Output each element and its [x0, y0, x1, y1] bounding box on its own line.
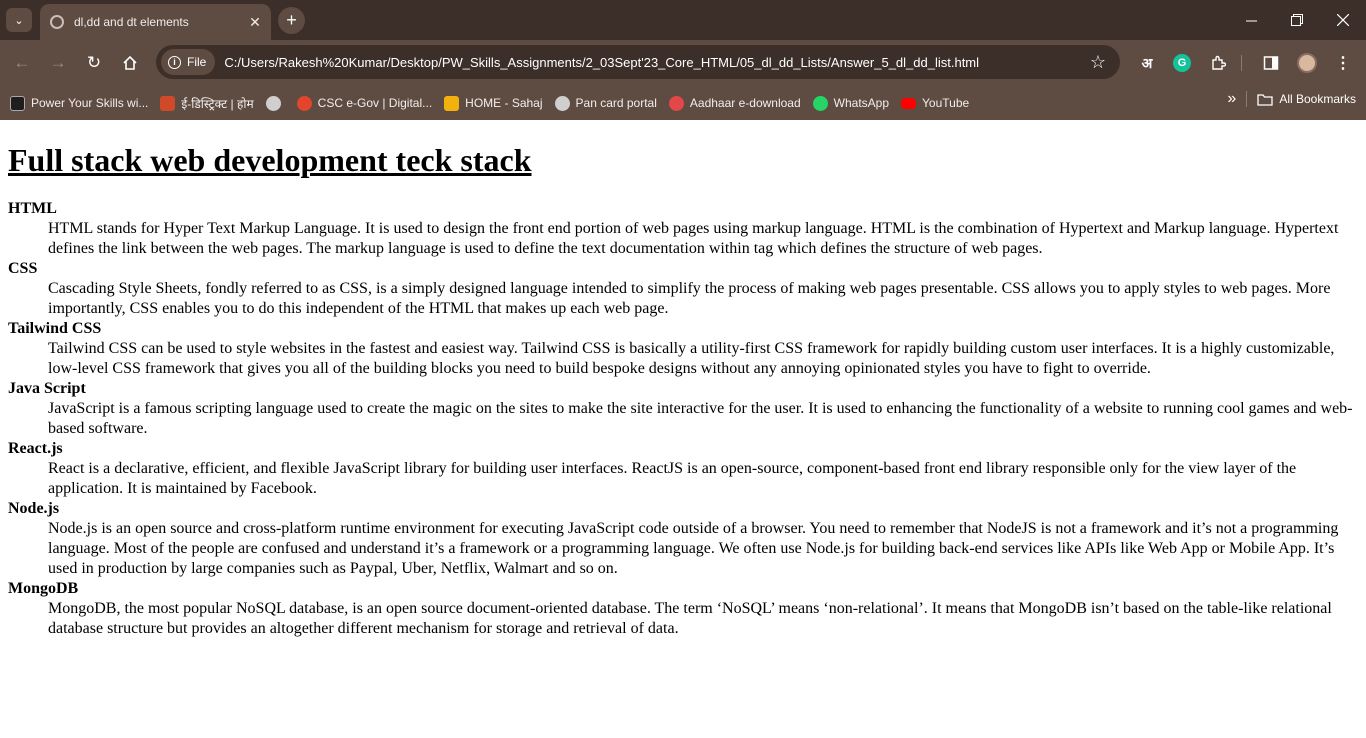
- reload-button[interactable]: ↻: [80, 49, 108, 77]
- browser-chrome: ⌄ dl,dd and dt elements ✕ + ← → ↻ i File: [0, 0, 1366, 120]
- bookmark-item[interactable]: [260, 90, 291, 116]
- term-react: React.js: [8, 440, 63, 457]
- globe-icon: [265, 95, 281, 111]
- hindi-input-extension-icon[interactable]: अ: [1136, 52, 1158, 74]
- definition-html: HTML stands for Hyper Text Markup Langua…: [48, 220, 1339, 257]
- profile-button[interactable]: [1296, 52, 1318, 74]
- bookmark-favicon-icon: [296, 95, 312, 111]
- close-window-button[interactable]: [1320, 0, 1366, 40]
- side-panel-icon: [1263, 56, 1279, 70]
- arrow-right-icon: →: [49, 53, 67, 72]
- grammarly-icon: G: [1173, 54, 1191, 72]
- bookmark-favicon-icon: [10, 95, 25, 111]
- all-bookmarks-button[interactable]: All Bookmarks: [1257, 92, 1356, 106]
- side-panel-button[interactable]: [1260, 52, 1282, 74]
- puzzle-icon: [1212, 55, 1226, 70]
- folder-icon: [1257, 93, 1273, 106]
- tab-active[interactable]: dl,dd and dt elements ✕: [40, 4, 271, 40]
- bookmark-item[interactable]: WhatsApp: [807, 90, 895, 116]
- reload-icon: ↻: [86, 53, 102, 72]
- definition-node: Node.js is an open source and cross-plat…: [48, 520, 1339, 577]
- bookmarks-divider: [1246, 91, 1248, 107]
- address-bar[interactable]: i File C:/Users/Rakesh%20Kumar/Desktop/P…: [156, 45, 1120, 79]
- avatar: [1297, 53, 1317, 73]
- home-button[interactable]: [116, 49, 144, 77]
- term-javascript: Java Script: [8, 380, 86, 397]
- tab-strip: ⌄ dl,dd and dt elements ✕ +: [0, 0, 1366, 40]
- home-icon: [123, 55, 137, 70]
- extensions-button[interactable]: [1207, 52, 1229, 74]
- definition-react: React is a declarative, efficient, and f…: [48, 460, 1297, 497]
- site-info-chip[interactable]: i File: [161, 49, 216, 75]
- url-text[interactable]: C:/Users/Rakesh%20Kumar/Desktop/PW_Skill…: [224, 55, 979, 70]
- bookmark-list: Power Your Skills wi... ई-डिस्ट्रिक्ट | …: [4, 90, 975, 116]
- page-title: Full stack web development teck stack: [8, 142, 532, 178]
- globe-icon: [50, 15, 64, 29]
- term-html: HTML: [8, 200, 57, 217]
- bookmark-label: YouTube: [922, 96, 970, 110]
- toolbar-divider: [1241, 52, 1242, 74]
- term-mongodb: MongoDB: [8, 580, 79, 597]
- definition-tailwind: Tailwind CSS can be used to style websit…: [48, 340, 1335, 377]
- minimize-icon: [1245, 20, 1257, 21]
- more-bookmarks-button[interactable]: »: [1227, 90, 1236, 108]
- bookmark-label: Pan card portal: [575, 96, 657, 110]
- bookmark-item[interactable]: Power Your Skills wi...: [4, 90, 154, 116]
- tab-close-button[interactable]: ✕: [245, 14, 265, 31]
- bookmarks-bar: Power Your Skills wi... ई-डिस्ट्रिक्ट | …: [0, 86, 1366, 120]
- toolbar: ← → ↻ i File C:/Users/Rakesh%20Kumar/Des…: [0, 40, 1366, 86]
- bookmark-item[interactable]: Pan card portal: [549, 90, 663, 116]
- bookmark-label: HOME - Sahaj: [465, 96, 543, 110]
- restore-button[interactable]: [1274, 0, 1320, 40]
- bookmark-favicon-icon: [444, 95, 460, 111]
- bookmark-label: Aadhaar e-download: [689, 96, 801, 110]
- page-content: Full stack web development teck stack HT…: [0, 142, 1366, 639]
- tab-search-button[interactable]: ⌄: [6, 8, 32, 32]
- site-info-label: File: [187, 55, 207, 69]
- term-css: CSS: [8, 260, 38, 277]
- kebab-menu-icon: ⋮: [1335, 55, 1351, 72]
- definition-css: Cascading Style Sheets, fondly referred …: [48, 280, 1331, 317]
- bookmark-label: ई-डिस्ट्रिक्ट | होम: [181, 96, 254, 111]
- forward-button[interactable]: →: [44, 49, 72, 77]
- new-tab-button[interactable]: +: [278, 7, 305, 34]
- whatsapp-icon: [812, 95, 828, 111]
- term-node: Node.js: [8, 500, 60, 517]
- bookmark-label: CSC e-Gov | Digital...: [317, 96, 433, 110]
- grammarly-extension[interactable]: G: [1171, 52, 1193, 74]
- bookmark-label: WhatsApp: [833, 96, 890, 110]
- menu-button[interactable]: ⋮: [1332, 52, 1354, 74]
- youtube-icon: [901, 97, 917, 109]
- all-bookmarks-label: All Bookmarks: [1279, 92, 1356, 106]
- bookmark-item[interactable]: HOME - Sahaj: [438, 90, 548, 116]
- restore-icon: [1291, 14, 1303, 26]
- bookmarks-bar-right: » All Bookmarks: [1227, 90, 1356, 108]
- definition-list: HTML HTML stands for Hyper Text Markup L…: [8, 199, 1358, 639]
- definition-mongodb: MongoDB, the most popular NoSQL database…: [48, 600, 1332, 637]
- term-tailwind: Tailwind CSS: [8, 320, 102, 337]
- fingerprint-icon: [668, 95, 684, 111]
- globe-icon: [554, 95, 570, 111]
- close-icon: [1337, 14, 1349, 26]
- info-icon: i: [168, 55, 181, 69]
- bookmark-item[interactable]: CSC e-Gov | Digital...: [291, 90, 438, 116]
- bookmark-item[interactable]: ई-डिस्ट्रिक्ट | होम: [154, 90, 259, 116]
- minimize-button[interactable]: [1228, 0, 1274, 40]
- tab-title: dl,dd and dt elements: [74, 15, 189, 29]
- bookmark-favicon-icon: [160, 95, 176, 111]
- back-button[interactable]: ←: [8, 49, 36, 77]
- bookmark-item[interactable]: Aadhaar e-download: [663, 90, 807, 116]
- bookmark-label: Power Your Skills wi...: [31, 96, 149, 110]
- chevron-down-icon: ⌄: [14, 14, 24, 27]
- bookmark-star-icon[interactable]: ☆: [1090, 52, 1106, 73]
- bookmark-item[interactable]: YouTube: [895, 90, 975, 116]
- definition-javascript: JavaScript is a famous scripting languag…: [48, 400, 1353, 437]
- arrow-left-icon: ←: [13, 53, 31, 72]
